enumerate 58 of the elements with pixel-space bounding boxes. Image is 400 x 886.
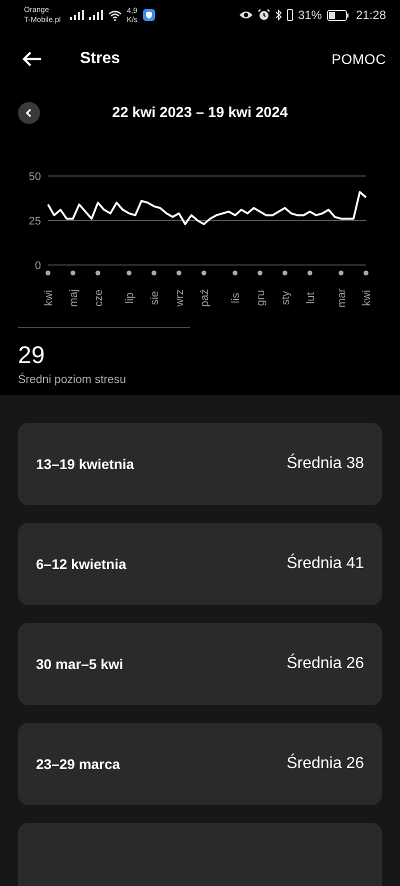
axis-label: lut (304, 292, 317, 304)
axis-label: 0 (34, 260, 41, 272)
signal-icon (70, 10, 84, 20)
tick-dot (152, 270, 156, 276)
axis-label: maj (68, 289, 80, 307)
wifi-icon (108, 10, 122, 20)
tick-dot (126, 270, 132, 276)
shield-icon (142, 9, 155, 21)
week-card[interactable]: 30 mar–5 kwi Średnia 26 (18, 623, 382, 705)
week-range: 13–19 kwietnia (36, 456, 134, 472)
battery-icon (326, 10, 349, 20)
tick-dot (201, 270, 206, 276)
week-average: Średnia 38 (286, 455, 364, 473)
week-card[interactable]: 23–29 marca Średnia 26 (18, 723, 382, 805)
tick-dot (176, 270, 182, 276)
tick-dot (258, 270, 262, 276)
tick-dot (364, 270, 368, 276)
eye-icon (238, 10, 253, 20)
week-average: Średnia 41 (286, 555, 364, 573)
axis-label: wrz (174, 289, 186, 307)
date-range: 22 kwi 2023 – 19 kwi 2024 (111, 105, 289, 121)
week-range: 23–29 marca (36, 756, 120, 772)
axis-label: 25 (28, 216, 41, 228)
axis-label: sty (280, 290, 292, 306)
tick-dot (46, 270, 50, 276)
tick-dot (307, 270, 312, 276)
axis-label: sie (149, 290, 161, 306)
axis-label: lip (124, 292, 136, 304)
axis-label: lis (230, 292, 242, 304)
week-average: Średnia 26 (286, 655, 364, 673)
average-label: Średni poziom stresu (18, 374, 128, 386)
axis-label: paź (198, 289, 211, 307)
axis-label: gru (255, 290, 267, 306)
average-value: 29 (18, 342, 46, 370)
axis-label: mar (336, 288, 348, 308)
tick-dot (232, 270, 238, 276)
week-average: Średnia 26 (286, 755, 364, 773)
alarm-icon (258, 9, 270, 21)
tick-dot (95, 270, 100, 276)
week-range: 30 mar–5 kwi (36, 656, 124, 672)
axis-label: kwi (43, 290, 55, 306)
battery-percent: 31% (298, 8, 322, 22)
clock-time: 21:28 (356, 8, 386, 22)
bluetooth-icon (274, 9, 282, 21)
help-button[interactable]: POMOC (332, 47, 386, 71)
page-title: Stres (80, 50, 122, 68)
axis-label: cze (92, 289, 105, 307)
axis-label: 50 (28, 171, 41, 183)
week-card[interactable]: 13–19 kwietnia Średnia 38 (18, 423, 382, 505)
week-card[interactable]: 6–12 kwietnia Średnia 41 (18, 523, 382, 605)
tick-dot (70, 270, 76, 276)
axis-label: kwi (361, 290, 373, 306)
previous-period-button[interactable] (18, 102, 40, 124)
tick-dot (338, 270, 344, 276)
week-range: 6–12 kwietnia (36, 556, 126, 572)
tick-dot (282, 270, 288, 276)
back-arrow-icon[interactable] (22, 51, 42, 67)
signal-icon (88, 10, 103, 20)
